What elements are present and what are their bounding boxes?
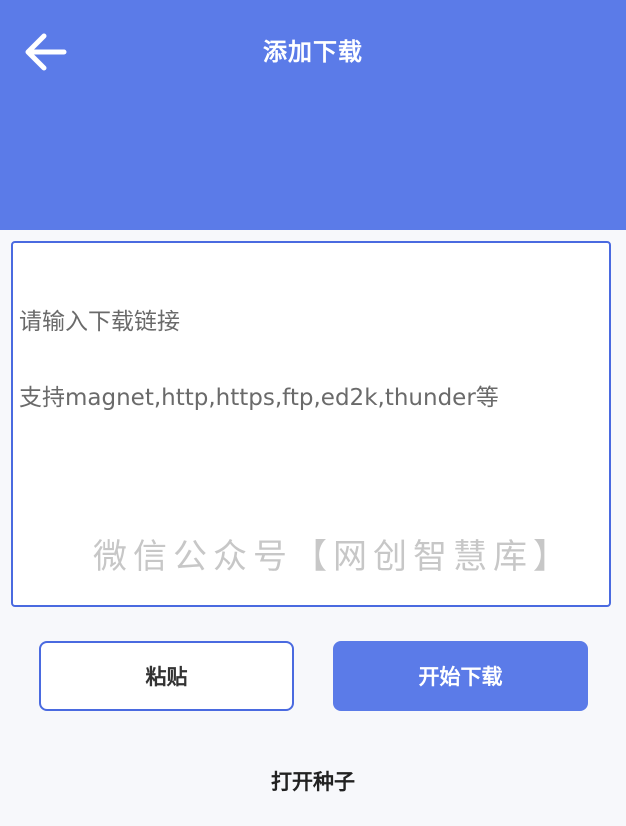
watermark-text: 微信公众号【网创智慧库】 [93,537,573,577]
placeholder-line-1: 请输入下载链接 [19,309,180,335]
add-download-page: 添加下载 请输入下载链接 支持magnet,http,https,ftp,ed2… [0,0,626,826]
link-input-placeholder: 请输入下载链接 支持magnet,http,https,ftp,ed2k,thu… [19,265,603,455]
start-download-button[interactable]: 开始下载 [333,641,588,711]
open-torrent-link[interactable]: 打开种子 [0,766,626,796]
placeholder-line-2: 支持magnet,http,https,ftp,ed2k,thunder等 [19,385,499,411]
paste-button[interactable]: 粘贴 [39,641,294,711]
download-link-input[interactable]: 请输入下载链接 支持magnet,http,https,ftp,ed2k,thu… [11,241,611,607]
top-bar: 添加下载 [0,0,626,230]
page-title: 添加下载 [263,38,363,66]
